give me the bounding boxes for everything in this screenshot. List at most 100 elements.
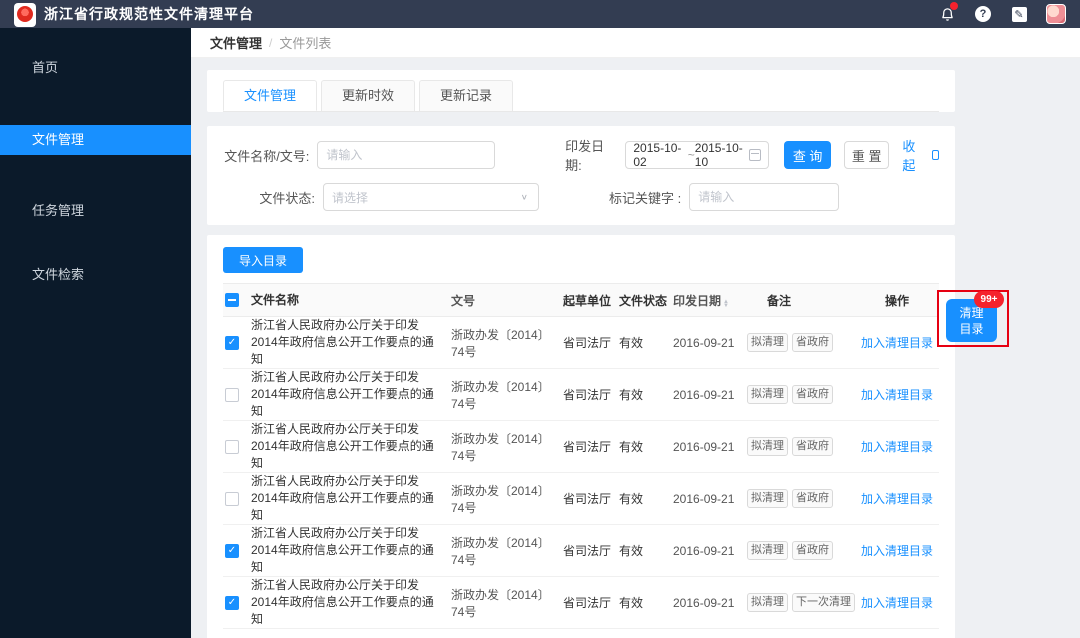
doc-name-input[interactable]	[317, 141, 496, 169]
doc-title: 浙江省人民政府办公厅关于印发2014年政府信息公开工作要点的通知	[251, 422, 434, 470]
row-checkbox[interactable]: ✓	[225, 335, 239, 350]
help-icon[interactable]: ?	[974, 5, 992, 23]
table-row: 浙江省人民政府办公厅关于印发2014年政府信息公开工作要点的通知 浙政办发〔201…	[223, 421, 939, 473]
row-checkbox[interactable]	[225, 439, 239, 454]
app-title: 浙江省行政规范性文件清理平台	[44, 6, 254, 22]
add-to-cleanup-link[interactable]: 加入清理目录	[861, 388, 933, 402]
sidebar-item-file-management[interactable]: 文件管理	[0, 125, 191, 155]
date-range-tilde: ~	[687, 148, 695, 162]
remark-tags: 拟清理 省政府	[745, 333, 855, 352]
doc-status: 有效	[619, 544, 644, 558]
breadcrumb: 文件管理 / 文件列表	[191, 28, 1080, 58]
col-doc-status: 文件状态	[619, 293, 668, 308]
table-card: 导入目录 文件名称 文号 起草单位 文件状态 印发日期 ▲ ▼ 备注 操作 ✓ 浙江省…	[207, 235, 955, 638]
col-issue-date[interactable]: 印发日期 ▲ ▼	[671, 292, 745, 309]
doc-number: 浙政办发〔2014〕74号	[451, 483, 550, 515]
tab-file-management[interactable]: 文件管理	[223, 80, 318, 111]
app-header: 浙江省行政规范性文件清理平台 ? ✎	[0, 0, 1080, 28]
search-button[interactable]: 查 询	[784, 141, 832, 169]
import-directory-button[interactable]: 导入目录	[223, 247, 303, 273]
row-checkbox[interactable]: ✓	[225, 595, 239, 610]
sidebar-item-file-search[interactable]: 文件检索	[0, 260, 191, 290]
remark-tag: 拟清理	[747, 385, 788, 404]
select-placeholder: 请选择	[332, 190, 369, 205]
sidebar-nav: 首页 文件管理 任务管理 文件检索	[0, 28, 191, 638]
row-checkbox[interactable]	[225, 491, 239, 506]
add-to-cleanup-link[interactable]: 加入清理目录	[861, 544, 933, 558]
user-avatar[interactable]	[1046, 4, 1066, 24]
count-badge: 99+	[974, 291, 1004, 308]
keyword-label: 标记关键字 :	[609, 190, 682, 206]
add-to-cleanup-link[interactable]: 加入清理目录	[861, 492, 933, 506]
select-all-checkbox[interactable]	[225, 293, 239, 307]
doc-status: 有效	[619, 596, 644, 610]
breadcrumb-current: 文件列表	[279, 36, 332, 51]
calendar-icon	[749, 149, 762, 161]
issue-date: 2016-09-21	[673, 595, 735, 610]
doc-title: 浙江省人民政府办公厅关于印发2014年政府信息公开工作要点的通知	[251, 318, 434, 366]
doc-title: 浙江省人民政府办公厅关于印发2014年政府信息公开工作要点的通知	[251, 578, 434, 626]
date-range-picker[interactable]: 2015-10-02 ~ 2015-10-10	[625, 141, 770, 169]
table-row: ✓ 浙江省人民政府办公厅关于印发2014年政府信息公开工作要点的通知 浙政办发〔20…	[223, 525, 939, 577]
issue-date: 2016-09-21	[673, 491, 735, 506]
doc-status: 有效	[619, 492, 644, 506]
notification-dot	[950, 2, 958, 10]
remark-tag: 拟清理	[747, 593, 788, 612]
table-row: 浙江省人民政府办公厅关于印发2014年政府信息公开工作要点的通知 浙政办发〔201…	[223, 369, 939, 421]
doc-number: 浙政办发〔2014〕74号	[451, 327, 550, 359]
sidebar-item-home[interactable]: 首页	[0, 53, 191, 83]
reset-button[interactable]: 重 置	[844, 141, 890, 169]
remark-tags: 拟清理 省政府	[745, 541, 855, 560]
doc-number: 浙政办发〔2014〕74号	[451, 379, 550, 411]
row-checkbox[interactable]: ✓	[225, 543, 239, 558]
filter-panel: 文件名称/文号: 印发日期: 2015-10-02 ~ 2015-10-10 查…	[207, 126, 955, 225]
tab-update-record[interactable]: 更新记录	[419, 80, 514, 111]
doc-name-label: 文件名称/文号:	[224, 148, 310, 164]
breadcrumb-separator: /	[269, 35, 273, 50]
remark-tags: 拟清理 省政府	[745, 385, 855, 404]
table-header-row: 文件名称 文号 起草单位 文件状态 印发日期 ▲ ▼ 备注 操作	[223, 283, 939, 317]
remark-tag: 下一次清理	[792, 593, 855, 612]
remark-tags: 拟清理 下一次清理	[745, 593, 855, 612]
add-to-cleanup-link[interactable]: 加入清理目录	[861, 336, 933, 350]
remark-tag: 省政府	[792, 333, 833, 352]
doc-title: 浙江省人民政府办公厅关于印发2014年政府信息公开工作要点的通知	[251, 526, 434, 574]
remark-tag: 省政府	[792, 489, 833, 508]
draft-unit: 省司法厅	[563, 336, 612, 350]
remark-tag: 拟清理	[747, 489, 788, 508]
doc-number: 浙政办发〔2014〕74号	[451, 431, 550, 463]
doc-status-label: 文件状态:	[259, 190, 315, 206]
col-doc-name: 文件名称	[251, 292, 300, 307]
chevron-down-icon: ∨	[520, 192, 528, 202]
keyword-input[interactable]	[689, 183, 840, 211]
pagination-bar: 共 400 条记录 第 1 / 80 页 ‹ 123456789 › 10条/页…	[223, 629, 939, 638]
date-start-value[interactable]: 2015-10-02	[633, 141, 687, 169]
table-body: ✓ 浙江省人民政府办公厅关于印发2014年政府信息公开工作要点的通知 浙政办发〔20…	[223, 317, 939, 629]
doc-status-select[interactable]: 请选择 ∨	[323, 183, 539, 211]
remark-tag: 省政府	[792, 385, 833, 404]
sort-icon[interactable]: ▲ ▼	[723, 299, 729, 309]
add-to-cleanup-link[interactable]: 加入清理目录	[861, 596, 933, 610]
notification-bell-icon[interactable]	[938, 2, 958, 23]
row-checkbox[interactable]	[225, 387, 239, 402]
breadcrumb-parent[interactable]: 文件管理	[210, 33, 262, 52]
draft-unit: 省司法厅	[563, 388, 612, 402]
issue-date-label: 印发日期:	[565, 139, 605, 173]
collapse-link[interactable]: 收起	[902, 136, 939, 174]
add-to-cleanup-link[interactable]: 加入清理目录	[861, 440, 933, 454]
tab-update-validity[interactable]: 更新时效	[321, 80, 416, 111]
col-doc-number: 文号	[451, 293, 476, 308]
doc-status: 有效	[619, 336, 644, 350]
draft-unit: 省司法厅	[563, 544, 612, 558]
doc-status: 有效	[619, 440, 644, 454]
remark-tag: 省政府	[792, 437, 833, 456]
date-end-value[interactable]: 2015-10-10	[695, 141, 749, 169]
issue-date: 2016-09-21	[673, 335, 735, 350]
issue-date: 2016-09-21	[673, 439, 735, 454]
doc-number: 浙政办发〔2014〕74号	[451, 587, 550, 619]
table-row: ✓ 浙江省人民政府办公厅关于印发2014年政府信息公开工作要点的通知 浙政办发〔20…	[223, 577, 939, 629]
draft-unit: 省司法厅	[563, 596, 612, 610]
edit-icon[interactable]: ✎	[1010, 5, 1028, 23]
col-remark: 备注	[767, 293, 792, 308]
sidebar-item-task-management[interactable]: 任务管理	[0, 196, 191, 226]
